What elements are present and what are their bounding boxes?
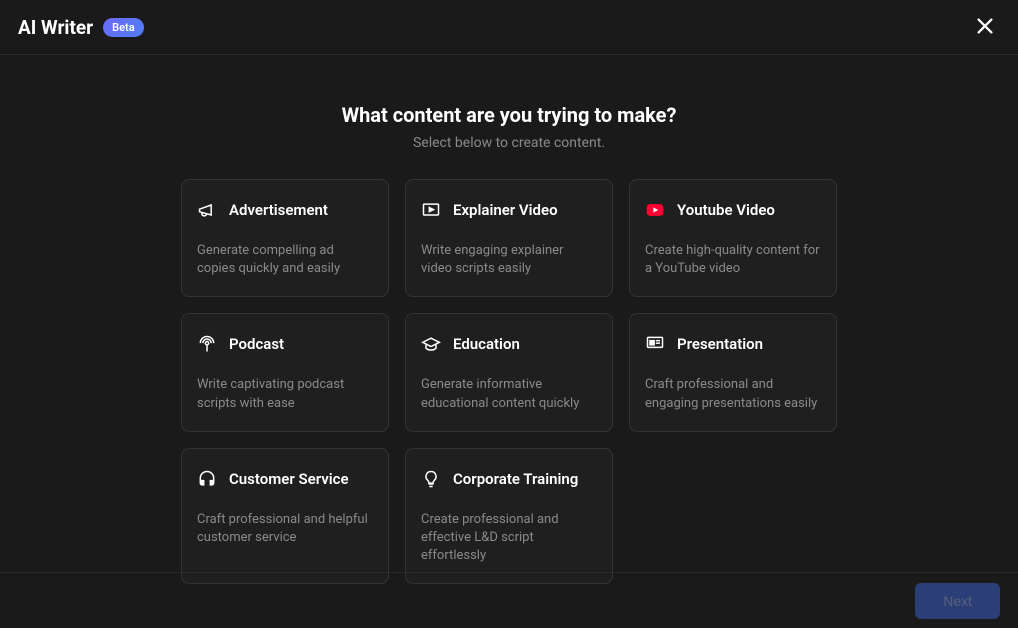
card-advertisement[interactable]: Advertisement Generate compelling ad cop… (181, 179, 389, 297)
card-explainer-video[interactable]: Explainer Video Write engaging explainer… (405, 179, 613, 297)
card-desc: Create high-quality content for a YouTub… (645, 242, 821, 278)
card-title: Education (453, 335, 520, 353)
card-title: Youtube Video (677, 201, 775, 219)
main-content: What content are you trying to make? Sel… (0, 55, 1018, 584)
card-title: Customer Service (229, 470, 349, 488)
card-education[interactable]: Education Generate informative education… (405, 313, 613, 431)
close-icon (974, 15, 996, 40)
card-header: Advertisement (197, 200, 373, 220)
presentation-icon (645, 334, 665, 354)
card-customer-service[interactable]: Customer Service Craft professional and … (181, 448, 389, 585)
card-title: Advertisement (229, 201, 328, 219)
close-button[interactable] (970, 11, 1000, 44)
card-desc: Write engaging explainer video scripts e… (421, 242, 597, 278)
card-header: Youtube Video (645, 200, 821, 220)
footer: Next (0, 572, 1018, 628)
beta-badge: Beta (103, 18, 144, 37)
graduation-cap-icon (421, 334, 441, 354)
video-play-icon (421, 200, 441, 220)
card-desc: Craft professional and helpful customer … (197, 511, 373, 547)
next-button[interactable]: Next (915, 583, 1000, 619)
megaphone-icon (197, 200, 217, 220)
card-header: Presentation (645, 334, 821, 354)
card-grid: Advertisement Generate compelling ad cop… (0, 179, 1018, 584)
lightbulb-icon (421, 469, 441, 489)
card-header: Podcast (197, 334, 373, 354)
card-header: Education (421, 334, 597, 354)
card-desc: Create professional and effective L&D sc… (421, 511, 597, 566)
podcast-icon (197, 334, 217, 354)
card-corporate-training[interactable]: Corporate Training Create professional a… (405, 448, 613, 585)
card-header: Corporate Training (421, 469, 597, 489)
app-title: AI Writer (18, 16, 93, 39)
card-podcast[interactable]: Podcast Write captivating podcast script… (181, 313, 389, 431)
card-presentation[interactable]: Presentation Craft professional and enga… (629, 313, 837, 431)
card-title: Podcast (229, 335, 284, 353)
card-youtube-video[interactable]: Youtube Video Create high-quality conten… (629, 179, 837, 297)
card-desc: Generate informative educational content… (421, 376, 597, 412)
card-header: Explainer Video (421, 200, 597, 220)
card-title: Corporate Training (453, 470, 578, 488)
card-desc: Generate compelling ad copies quickly an… (197, 242, 373, 278)
page-subheading: Select below to create content. (0, 135, 1018, 151)
card-desc: Craft professional and engaging presenta… (645, 376, 821, 412)
youtube-icon (645, 200, 665, 220)
header: AI Writer Beta (0, 0, 1018, 55)
card-desc: Write captivating podcast scripts with e… (197, 376, 373, 412)
page-heading: What content are you trying to make? (0, 103, 1018, 127)
card-title: Explainer Video (453, 201, 558, 219)
header-left: AI Writer Beta (18, 16, 144, 39)
card-title: Presentation (677, 335, 763, 353)
card-header: Customer Service (197, 469, 373, 489)
headset-icon (197, 469, 217, 489)
